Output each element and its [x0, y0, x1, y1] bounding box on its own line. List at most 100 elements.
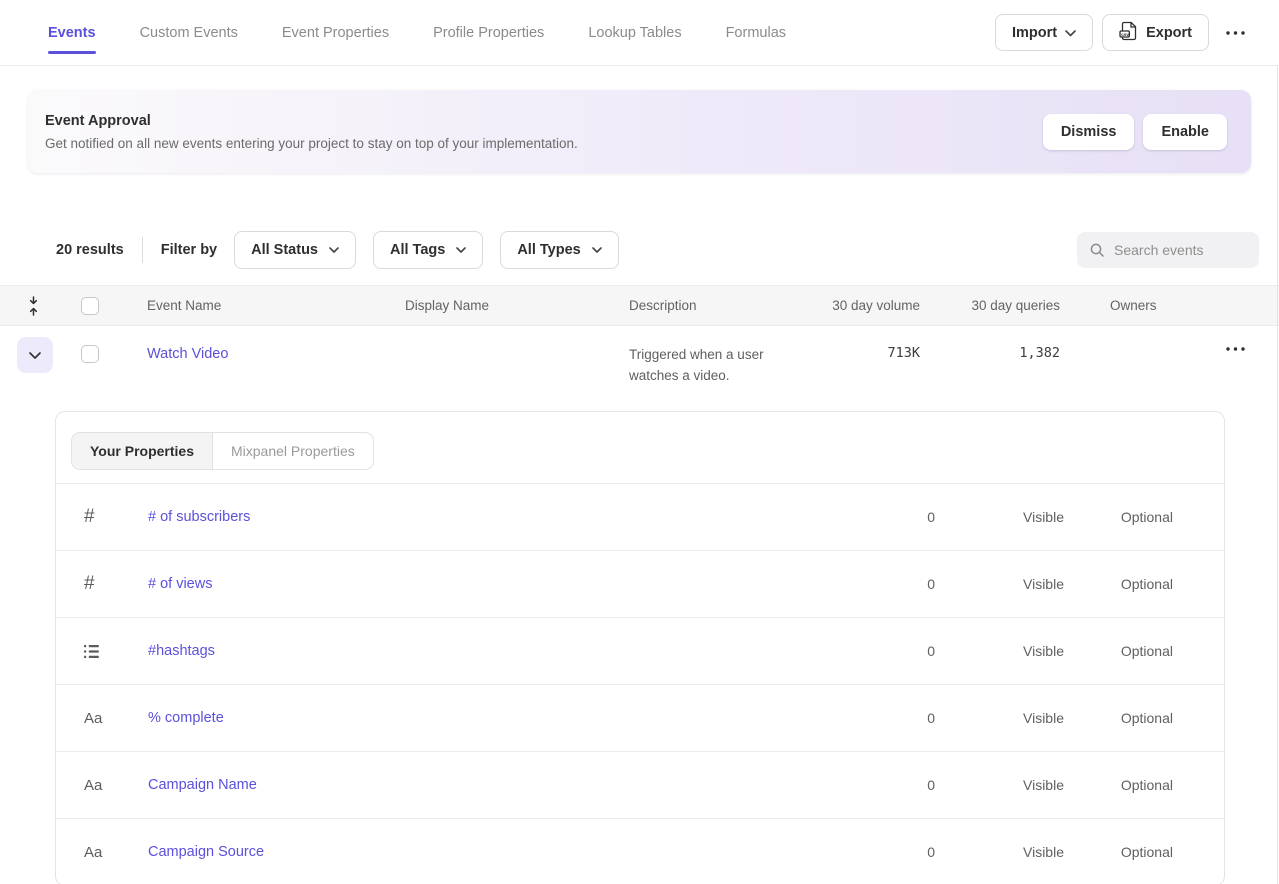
ellipsis-icon — [1226, 347, 1245, 351]
properties-tabs: Your Properties Mixpanel Properties — [71, 432, 374, 470]
event-name-link[interactable]: Watch Video — [147, 326, 405, 362]
text-type-icon: Aa — [56, 777, 148, 794]
filter-by-label: Filter by — [161, 242, 217, 258]
event-properties-panel: Your Properties Mixpanel Properties # # … — [55, 411, 1225, 884]
lexicon-events-page: Events Custom Events Event Properties Pr… — [0, 0, 1279, 884]
results-count: 20 results — [56, 242, 124, 258]
export-button-label: Export — [1146, 25, 1192, 41]
csv-file-icon: csv — [1119, 21, 1138, 45]
property-count: 0 — [825, 576, 935, 592]
enable-button[interactable]: Enable — [1143, 114, 1227, 150]
property-row: Aa Campaign Name 0 Visible Optional — [56, 752, 1224, 819]
property-visibility: Visible — [935, 509, 1064, 525]
search-input[interactable] — [1114, 242, 1247, 258]
number-type-icon: # — [56, 573, 148, 595]
text-type-icon: Aa — [56, 710, 148, 727]
search-icon — [1089, 242, 1105, 258]
nav-overflow-menu-button[interactable] — [1218, 25, 1253, 41]
chevron-down-icon — [329, 247, 339, 253]
tab-profile-properties[interactable]: Profile Properties — [433, 0, 544, 65]
event-description: Triggered when a user watches a video. — [629, 326, 804, 386]
properties-panel-header: Your Properties Mixpanel Properties — [56, 412, 1224, 484]
tags-filter-value: All Tags — [390, 242, 445, 258]
collapse-vertical-icon — [27, 296, 40, 316]
property-name-link[interactable]: % complete — [148, 710, 825, 726]
import-button[interactable]: Import — [995, 14, 1093, 51]
dismiss-button[interactable]: Dismiss — [1043, 114, 1135, 150]
property-count: 0 — [825, 844, 935, 860]
select-all-checkbox[interactable] — [81, 297, 99, 315]
property-row: # # of subscribers 0 Visible Optional — [56, 484, 1224, 551]
row-expander-button[interactable] — [17, 337, 53, 373]
table-row: Watch Video Triggered when a user watche… — [0, 326, 1279, 411]
tab-events[interactable]: Events — [48, 0, 96, 65]
property-requirement: Optional — [1064, 844, 1173, 860]
column-header-volume[interactable]: 30 day volume — [810, 298, 920, 313]
text-type-icon: Aa — [56, 844, 148, 861]
top-nav: Events Custom Events Event Properties Pr… — [0, 0, 1279, 66]
property-requirement: Optional — [1064, 710, 1173, 726]
nav-actions: Import csv Export — [995, 14, 1253, 51]
search-box — [1077, 232, 1259, 268]
scrollbar-track[interactable] — [1277, 66, 1278, 884]
property-visibility: Visible — [935, 777, 1064, 793]
number-type-icon: # — [56, 506, 148, 528]
chevron-down-icon — [1065, 25, 1076, 41]
chevron-down-icon — [29, 352, 41, 359]
column-header-display-name[interactable]: Display Name — [405, 298, 629, 313]
property-row: # # of views 0 Visible Optional — [56, 551, 1224, 618]
property-requirement: Optional — [1064, 576, 1173, 592]
property-row: Aa Campaign Source 0 Visible Optional — [56, 819, 1224, 884]
tab-event-properties[interactable]: Event Properties — [282, 0, 389, 65]
status-filter-value: All Status — [251, 242, 318, 258]
banner-description: Get notified on all new events entering … — [45, 136, 578, 151]
property-visibility: Visible — [935, 576, 1064, 592]
property-count: 0 — [825, 777, 935, 793]
types-filter-dropdown[interactable]: All Types — [500, 231, 618, 269]
row-overflow-menu-button[interactable] — [1218, 341, 1253, 357]
property-requirement: Optional — [1064, 777, 1173, 793]
property-count: 0 — [825, 710, 935, 726]
property-name-link[interactable]: # of subscribers — [148, 509, 825, 525]
collapse-all-button[interactable] — [0, 296, 66, 316]
tab-formulas[interactable]: Formulas — [726, 0, 786, 65]
property-visibility: Visible — [935, 844, 1064, 860]
property-count: 0 — [825, 643, 935, 659]
property-visibility: Visible — [935, 710, 1064, 726]
tab-mixpanel-properties[interactable]: Mixpanel Properties — [213, 433, 373, 469]
event-volume: 713K — [810, 326, 920, 361]
property-name-link[interactable]: # of views — [148, 576, 825, 592]
chevron-down-icon — [456, 247, 466, 253]
table-header: Event Name Display Name Description 30 d… — [0, 285, 1279, 326]
column-header-event-name[interactable]: Event Name — [147, 298, 405, 313]
svg-text:csv: csv — [1121, 32, 1129, 37]
tags-filter-dropdown[interactable]: All Tags — [373, 231, 483, 269]
column-header-owners[interactable]: Owners — [1060, 298, 1190, 313]
tab-lookup-tables[interactable]: Lookup Tables — [588, 0, 681, 65]
property-name-link[interactable]: Campaign Source — [148, 844, 825, 860]
property-visibility: Visible — [935, 643, 1064, 659]
banner-title: Event Approval — [45, 113, 578, 129]
property-row: #hashtags 0 Visible Optional — [56, 618, 1224, 685]
tab-your-properties[interactable]: Your Properties — [72, 433, 213, 469]
property-count: 0 — [825, 509, 935, 525]
toolbar-divider — [142, 237, 143, 263]
tab-custom-events[interactable]: Custom Events — [140, 0, 238, 65]
property-name-link[interactable]: Campaign Name — [148, 777, 825, 793]
chevron-down-icon — [592, 247, 602, 253]
event-approval-banner: Event Approval Get notified on all new e… — [28, 90, 1251, 173]
event-queries: 1,382 — [920, 326, 1060, 361]
status-filter-dropdown[interactable]: All Status — [234, 231, 356, 269]
column-header-description[interactable]: Description — [629, 298, 810, 313]
nav-tabs: Events Custom Events Event Properties Pr… — [48, 0, 786, 65]
export-button[interactable]: csv Export — [1102, 14, 1209, 51]
row-checkbox[interactable] — [81, 345, 99, 363]
banner-text: Event Approval Get notified on all new e… — [45, 113, 578, 151]
import-button-label: Import — [1012, 25, 1057, 41]
filter-toolbar: 20 results Filter by All Status All Tags… — [0, 231, 1279, 269]
column-header-queries[interactable]: 30 day queries — [920, 298, 1060, 313]
property-requirement: Optional — [1064, 509, 1173, 525]
property-row: Aa % complete 0 Visible Optional — [56, 685, 1224, 752]
property-name-link[interactable]: #hashtags — [148, 643, 825, 659]
types-filter-value: All Types — [517, 242, 580, 258]
